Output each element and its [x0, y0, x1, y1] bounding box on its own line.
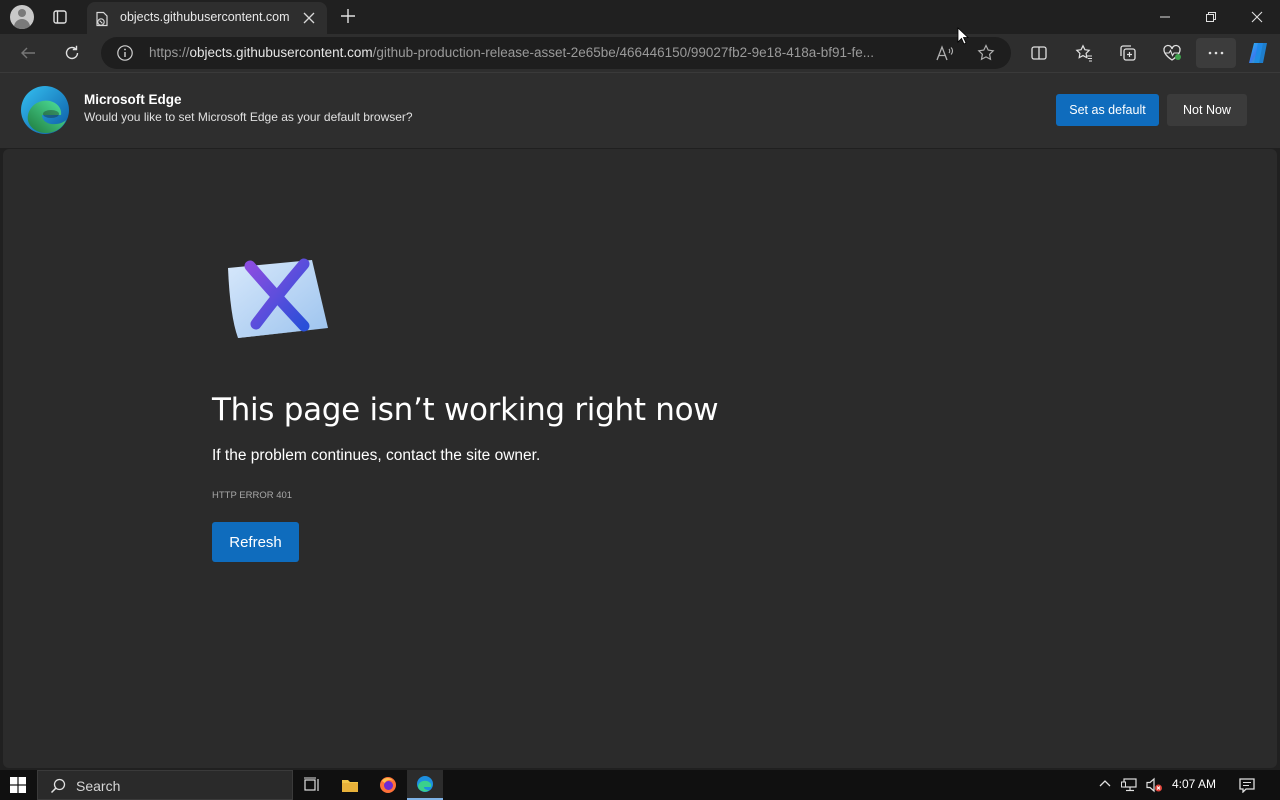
reload-icon — [65, 45, 79, 60]
site-info-icon[interactable] — [116, 44, 134, 62]
favorites-star-list-icon — [1075, 44, 1092, 62]
start-button[interactable] — [0, 770, 36, 800]
copilot-icon — [1249, 43, 1267, 63]
more-dots-icon — [1208, 51, 1224, 55]
profile-avatar-icon[interactable] — [10, 5, 34, 29]
taskbar-search-box[interactable]: Search — [37, 770, 293, 800]
error-code: HTTP ERROR 401 — [212, 490, 293, 501]
not-now-button[interactable]: Not Now — [1167, 94, 1247, 126]
task-view-icon — [304, 777, 319, 791]
set-as-default-button[interactable]: Set as default — [1056, 94, 1159, 126]
folder-icon — [342, 780, 358, 792]
page-error-favicon-icon — [94, 11, 110, 27]
taskbar-clock[interactable]: 4:07 AM — [1172, 777, 1216, 791]
minimize-icon — [1160, 16, 1170, 18]
read-aloud-icon[interactable] — [936, 45, 956, 61]
network-icon[interactable] — [1121, 777, 1139, 793]
collections-button[interactable] — [1115, 41, 1141, 65]
edge-icon — [417, 776, 433, 792]
firefox-icon — [380, 777, 396, 793]
title-bar: objects.githubusercontent.com — [0, 0, 1280, 34]
mouse-pointer-icon — [957, 27, 969, 45]
microsoft-edge-logo-icon — [20, 85, 70, 135]
tab-title: objects.githubusercontent.com — [120, 10, 290, 24]
settings-and-more-button[interactable] — [1196, 38, 1236, 68]
minimize-window-button[interactable] — [1142, 0, 1188, 34]
heart-pulse-icon — [1163, 44, 1181, 61]
close-window-button[interactable] — [1234, 0, 1280, 34]
error-subtext: If the problem continues, contact the si… — [212, 447, 541, 464]
split-screen-button[interactable] — [1026, 41, 1052, 65]
restore-icon — [1206, 12, 1216, 22]
error-heading: This page isn’t working right now — [212, 392, 719, 428]
edge-taskbar-button[interactable] — [407, 770, 443, 800]
error-document-x-icon — [224, 256, 332, 342]
url-path: /github-production-release-asset-2e65be/… — [372, 45, 875, 60]
notifications-icon[interactable] — [1238, 777, 1256, 793]
restore-window-button[interactable] — [1188, 0, 1234, 34]
task-view-button[interactable] — [294, 770, 330, 800]
collections-icon — [1120, 45, 1136, 61]
copilot-button[interactable] — [1244, 39, 1272, 67]
browser-essentials-button[interactable] — [1159, 41, 1185, 65]
volume-muted-icon[interactable] — [1145, 777, 1163, 793]
firefox-button[interactable] — [370, 770, 406, 800]
url-scheme: https:// — [149, 45, 190, 60]
new-tab-plus-icon[interactable] — [338, 6, 358, 26]
page-content-area — [3, 149, 1277, 768]
address-bar[interactable]: https://objects.githubusercontent.com/gi… — [101, 37, 1011, 69]
reload-button[interactable] — [59, 41, 85, 65]
infobar-title: Microsoft Edge — [84, 92, 182, 107]
windows-logo-icon — [10, 777, 26, 793]
infobar-message: Would you like to set Microsoft Edge as … — [84, 110, 413, 124]
windows-taskbar: Search 4:07 AM — [0, 770, 1280, 800]
search-icon — [50, 778, 66, 794]
split-screen-icon — [1031, 46, 1047, 60]
url-text[interactable]: https://objects.githubusercontent.com/gi… — [149, 45, 919, 60]
favorites-button[interactable] — [1071, 41, 1097, 65]
show-hidden-icons-chevron-icon[interactable] — [1098, 777, 1112, 791]
default-browser-infobar: Microsoft Edge Would you like to set Mic… — [0, 72, 1280, 148]
refresh-button[interactable]: Refresh — [212, 522, 299, 562]
file-explorer-button[interactable] — [332, 770, 368, 800]
add-favorite-star-icon[interactable] — [977, 44, 995, 62]
close-icon — [1251, 11, 1263, 23]
active-tab[interactable]: objects.githubusercontent.com — [87, 2, 327, 34]
url-host: objects.githubusercontent.com — [189, 45, 373, 60]
search-placeholder: Search — [76, 778, 121, 794]
back-button[interactable] — [15, 41, 41, 65]
close-tab-icon[interactable] — [302, 11, 316, 25]
back-arrow-icon — [21, 47, 35, 59]
tab-actions-menu-icon[interactable] — [48, 5, 72, 29]
